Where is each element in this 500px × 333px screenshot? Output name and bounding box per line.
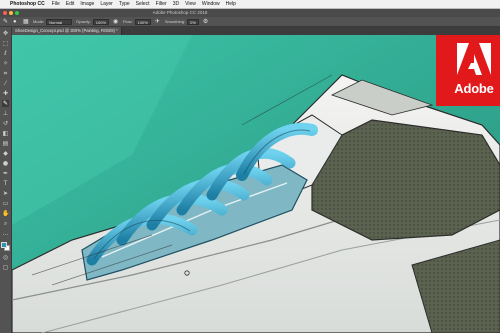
pen-icon[interactable]: ✒ xyxy=(2,170,9,177)
hand-icon[interactable]: ✋ xyxy=(2,210,9,217)
menu-3d[interactable]: 3D xyxy=(173,0,179,9)
clone-stamp-icon[interactable]: ⊥ xyxy=(2,110,9,117)
document-canvas[interactable]: Adobe xyxy=(12,35,500,333)
path-select-icon[interactable]: ➤ xyxy=(2,190,9,197)
zoom-icon[interactable]: ⌕ xyxy=(2,220,9,227)
adobe-logo-icon xyxy=(457,43,491,75)
color-swatches[interactable] xyxy=(1,242,10,251)
menu-edit[interactable]: Edit xyxy=(66,0,75,9)
blur-icon[interactable]: ◆ xyxy=(2,150,9,157)
menu-file[interactable]: File xyxy=(52,0,60,9)
gradient-icon[interactable]: ▤ xyxy=(2,140,9,147)
crop-icon[interactable]: ⌗ xyxy=(2,70,9,77)
airbrush-icon[interactable]: ✈ xyxy=(155,19,161,25)
smoothing-label: Smoothing: xyxy=(164,19,186,24)
screen-mode-icon[interactable]: ▢ xyxy=(2,264,9,271)
opacity-field: Opacity: 100% xyxy=(76,18,110,25)
dodge-icon[interactable]: ● xyxy=(2,160,9,167)
flow-input[interactable]: 100% xyxy=(134,18,151,25)
menu-help[interactable]: Help xyxy=(226,0,236,9)
brush-panel-icon[interactable]: ▦ xyxy=(23,19,29,25)
mode-label: Mode: xyxy=(33,19,45,24)
lasso-icon[interactable]: ℓ xyxy=(2,50,9,57)
history-brush-icon[interactable]: ↺ xyxy=(2,120,9,127)
options-bar: ✎ ● ▦ Mode: Normal Opacity: 100% ◉ Flow:… xyxy=(0,17,500,27)
brush-icon[interactable]: ✎ xyxy=(2,100,9,107)
quick-mask-icon[interactable]: ◎ xyxy=(2,254,9,261)
menu-layer[interactable]: Layer xyxy=(100,0,113,9)
flow-field: Flow: 100% xyxy=(123,18,151,25)
menu-type[interactable]: Type xyxy=(119,0,130,9)
document-tab[interactable]: ShoeDesign_Concept.psd @ 300% (Painting,… xyxy=(12,27,122,35)
adobe-wordmark: Adobe xyxy=(454,81,494,96)
window-controls xyxy=(3,11,19,15)
shape-icon[interactable]: ▭ xyxy=(2,200,9,207)
smoothing-input[interactable]: 0% xyxy=(187,18,199,25)
menu-bar: Photoshop CC File Edit Image Layer Type … xyxy=(0,0,500,9)
pressure-opacity-icon[interactable]: ◉ xyxy=(113,19,119,25)
mode-select[interactable]: Normal xyxy=(46,18,73,25)
window-title: Adobe Photoshop CC 2018 xyxy=(152,10,208,15)
brush-preset-icon[interactable]: ✎ xyxy=(3,19,9,25)
document-tab-bar: ShoeDesign_Concept.psd @ 300% (Painting,… xyxy=(12,27,500,35)
menu-select[interactable]: Select xyxy=(136,0,150,9)
flow-label: Flow: xyxy=(123,19,133,24)
eraser-icon[interactable]: ◧ xyxy=(2,130,9,137)
zoom-window-button[interactable] xyxy=(15,11,19,15)
shoe-painting xyxy=(12,35,500,333)
menu-window[interactable]: Window xyxy=(202,0,220,9)
menu-filter[interactable]: Filter xyxy=(156,0,167,9)
menu-view[interactable]: View xyxy=(185,0,196,9)
eyedropper-icon[interactable]: ⁄ xyxy=(2,80,9,87)
opacity-label: Opacity: xyxy=(76,19,91,24)
window-title-bar: Adobe Photoshop CC 2018 xyxy=(0,9,500,17)
quick-select-icon[interactable]: ✧ xyxy=(2,60,9,67)
foreground-color-swatch[interactable] xyxy=(1,242,7,248)
healing-icon[interactable]: ✚ xyxy=(2,90,9,97)
smoothing-field: Smoothing: 0% xyxy=(164,18,199,25)
tools-panel: ✥ ⬚ ℓ ✧ ⌗ ⁄ ✚ ✎ ⊥ ↺ ◧ ▤ ◆ ● ✒ T ➤ ▭ ✋ ⌕ … xyxy=(0,27,12,333)
menu-image[interactable]: Image xyxy=(80,0,94,9)
close-window-button[interactable] xyxy=(3,11,7,15)
marquee-icon[interactable]: ⬚ xyxy=(2,40,9,47)
adobe-badge: Adobe xyxy=(436,35,500,106)
move-icon[interactable]: ✥ xyxy=(2,30,9,37)
mode-field: Mode: Normal xyxy=(33,18,73,25)
type-icon[interactable]: T xyxy=(2,180,9,187)
minimize-window-button[interactable] xyxy=(9,11,13,15)
more-tools-icon[interactable]: … xyxy=(2,230,9,237)
brush-size-icon[interactable]: ● xyxy=(13,19,19,25)
smoothing-settings-icon[interactable]: ⚙ xyxy=(203,19,209,25)
opacity-input[interactable]: 100% xyxy=(92,18,110,25)
menu-app-name[interactable]: Photoshop CC xyxy=(10,0,45,9)
